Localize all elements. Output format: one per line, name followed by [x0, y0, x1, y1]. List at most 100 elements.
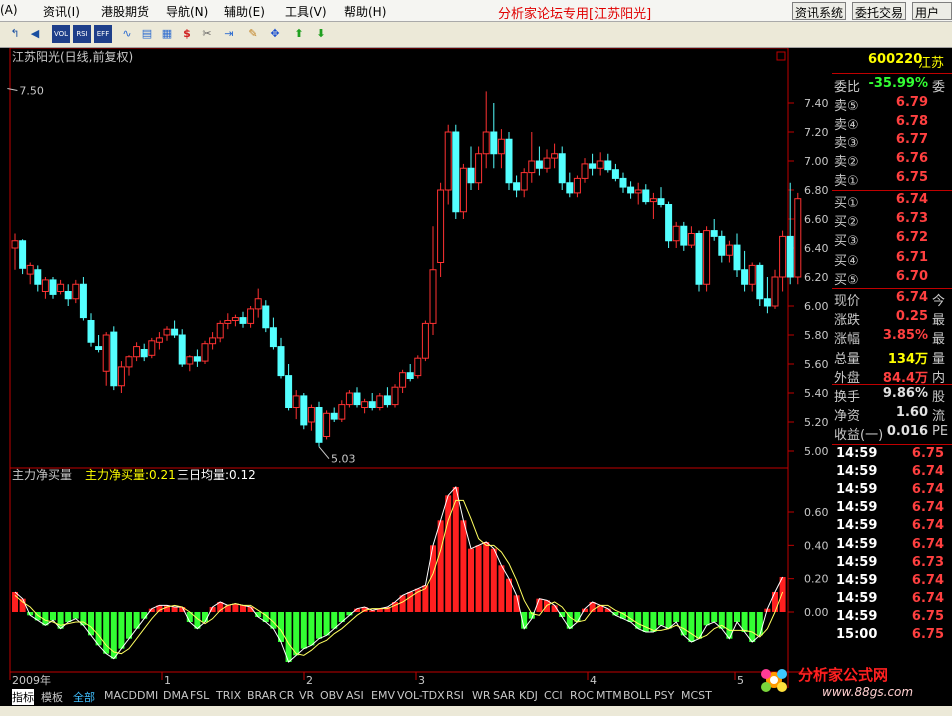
net-buy-bar: [323, 612, 330, 636]
candle-body: [558, 153, 566, 184]
y-tick-label: 7.00: [804, 155, 829, 168]
info-system-button[interactable]: 资讯系统: [792, 2, 847, 20]
candle-body: [186, 356, 194, 365]
candle-body: [102, 334, 110, 372]
wave-icon[interactable]: ∿: [118, 25, 136, 43]
bid-price: 6.74: [895, 192, 928, 207]
tab-boll[interactable]: BOLL: [623, 689, 651, 702]
y-tick-label: 7.20: [804, 126, 829, 139]
tick-price: 6.74: [911, 482, 944, 498]
menu-item-tools[interactable]: 工具(V): [285, 3, 327, 20]
net-buy-bar: [483, 542, 490, 612]
select-icon[interactable]: ↰: [6, 25, 24, 43]
tab-asi[interactable]: ASI: [346, 689, 364, 702]
vol-icon[interactable]: VOL: [52, 25, 70, 43]
tab-模板[interactable]: 模板: [41, 689, 63, 705]
tab-macd[interactable]: MACD: [104, 689, 137, 702]
tick-price: 6.75: [911, 446, 944, 461]
candle-body: [566, 182, 574, 194]
candle-body: [733, 244, 741, 271]
menu-item-hk-futures[interactable]: 港股期货: [101, 3, 149, 20]
up-arrow-icon[interactable]: ⬆: [290, 25, 308, 43]
candle-body: [140, 349, 148, 358]
candle-body: [300, 395, 308, 426]
candle-body: [201, 343, 209, 362]
candle-body: [338, 404, 346, 420]
candle-body: [421, 322, 429, 359]
candle-body: [459, 167, 467, 213]
back-icon[interactable]: ◀: [26, 25, 44, 43]
rsi-icon[interactable]: RSI: [73, 25, 91, 43]
candle-body: [95, 346, 103, 351]
down-arrow-icon[interactable]: ⬇: [312, 25, 330, 43]
stat-value: 3.85%: [882, 328, 928, 344]
chart-area[interactable]: 7.40 7.20 7.00 6.80 6.60 6.40 6.20 6.00 5.80 5.60…: [0, 48, 832, 688]
low-price-label: 5.03: [331, 453, 356, 466]
tab-sar[interactable]: SAR: [493, 689, 515, 702]
tick-time: 14:59: [836, 554, 878, 570]
menu-item-help[interactable]: 帮助(H): [344, 3, 386, 20]
tick-price: 6.75: [911, 627, 944, 642]
net-buy-bar: [468, 548, 474, 612]
menu-item-info[interactable]: 资讯(I): [43, 3, 80, 20]
tab-rsi[interactable]: RSI: [446, 689, 464, 702]
menu-item-navigate[interactable]: 导航(N): [166, 3, 208, 20]
close-chart-icon[interactable]: [776, 51, 786, 61]
cross-icon[interactable]: ✥: [266, 25, 284, 43]
tab-全部[interactable]: 全部: [73, 689, 95, 705]
net-buy-bar: [475, 545, 482, 612]
high-price-label-pointer: [7, 88, 18, 91]
tab-kdj[interactable]: KDJ: [519, 689, 538, 702]
tab-wr[interactable]: WR: [472, 689, 491, 702]
tab-mtm[interactable]: MTM: [596, 689, 622, 702]
stat-value: 6.74: [895, 290, 928, 305]
menu-item-0[interactable]: (A): [0, 3, 18, 17]
rsi2-icon[interactable]: ▤: [138, 25, 156, 43]
main-chart-frame: [9, 48, 789, 469]
dollar-icon[interactable]: $: [178, 25, 196, 43]
ask-label: 卖①: [834, 173, 859, 189]
eff-icon[interactable]: EFF: [94, 25, 112, 43]
trade-button[interactable]: 委托交易: [852, 2, 907, 20]
tab-psy[interactable]: PSY: [654, 689, 674, 702]
stat-suffix: 最: [932, 332, 946, 348]
tab-vr[interactable]: VR: [299, 689, 314, 702]
candle-body: [171, 328, 179, 336]
candle-body: [406, 372, 414, 380]
bid-price: 6.70: [895, 268, 928, 284]
candle-body: [231, 317, 239, 322]
import-icon[interactable]: ⇥: [220, 25, 238, 43]
net-buy-bar: [673, 612, 680, 622]
tab-obv[interactable]: OBV: [320, 689, 343, 702]
stock-code: 600220: [868, 52, 923, 67]
tab-vol-tdx[interactable]: VOL-TDX: [397, 689, 445, 702]
tab-指标[interactable]: 指标: [12, 689, 34, 705]
tab-emv[interactable]: EMV: [371, 689, 395, 702]
candle-body: [748, 264, 756, 285]
net-buy-bar: [12, 592, 18, 612]
candle-body: [490, 131, 498, 155]
tab-roc[interactable]: ROC: [570, 689, 594, 702]
tab-mcst[interactable]: MCST: [681, 689, 712, 702]
menu-item-assist[interactable]: 辅助(E): [224, 3, 265, 20]
indicator-name: 主力净买量: [12, 468, 72, 482]
site-logo: 分析家公式网 www.88gs.com: [752, 656, 952, 704]
tab-dma[interactable]: DMA: [163, 689, 189, 702]
y-tick-label: 6.20: [804, 271, 829, 284]
sheet-icon[interactable]: ▦: [158, 25, 176, 43]
y-tick-label: 5.60: [804, 358, 829, 371]
tab-dmi[interactable]: DMI: [137, 689, 158, 702]
candle-body: [224, 320, 232, 324]
candle-body: [467, 167, 475, 184]
bid-price: 6.71: [895, 249, 928, 265]
candle-body: [581, 163, 589, 179]
user-button[interactable]: 用户: [912, 2, 952, 20]
tab-trix[interactable]: TRIX: [216, 689, 241, 702]
tab-cci[interactable]: CCI: [544, 689, 563, 702]
tab-brar[interactable]: BRAR: [247, 689, 277, 702]
tool-icon[interactable]: ✂: [198, 25, 216, 43]
candle-body: [148, 340, 156, 356]
tab-cr[interactable]: CR: [279, 689, 294, 702]
tab-fsl[interactable]: FSL: [190, 689, 209, 702]
pencil-icon[interactable]: ✎: [244, 25, 262, 43]
